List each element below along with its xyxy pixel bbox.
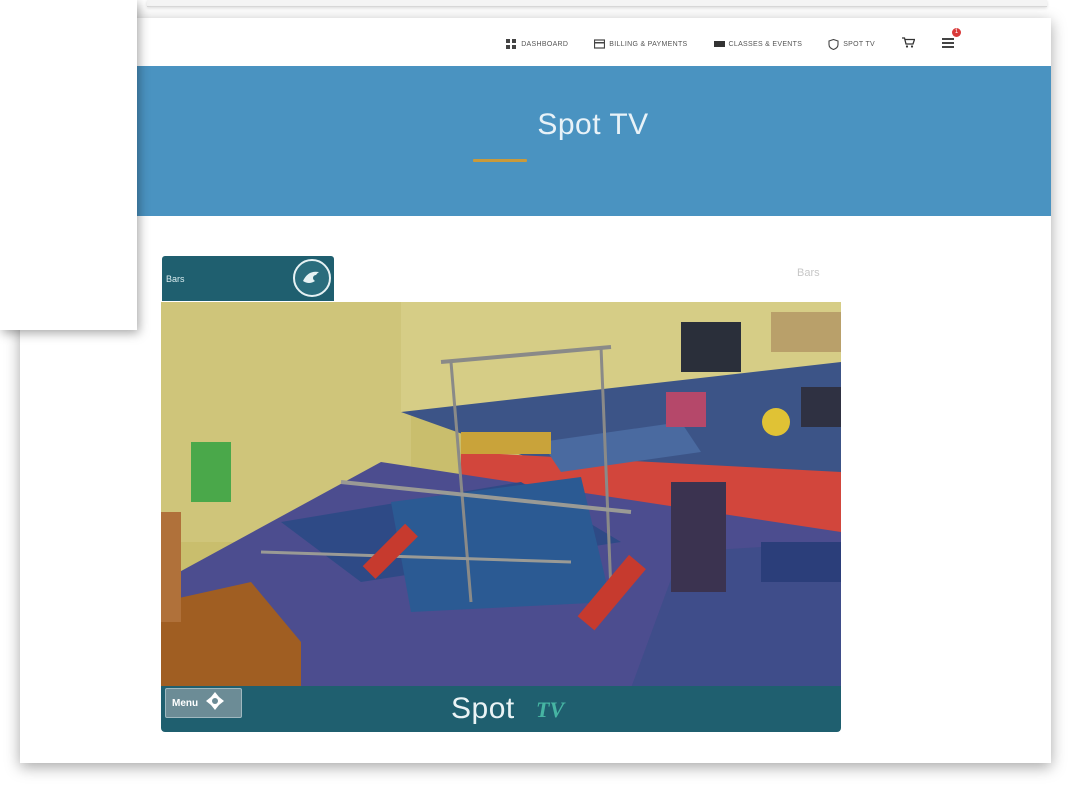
overlapping-popup-panel [0,0,137,330]
spot-tv-logo-spot: Spot [451,692,515,725]
menu-button[interactable]: 1 [941,28,961,53]
page-banner: Spot TV [135,66,1051,216]
top-nav: Dashboard Billing & Payments Classes & E… [135,22,1050,66]
cart-button[interactable] [901,37,915,51]
nav-classes-label: Classes & Events [728,40,803,48]
dpad-icon [206,691,225,715]
camera-menu-label: Menu [172,697,199,709]
nav-billing[interactable]: Billing & Payments [594,39,687,49]
camera-menu-button[interactable]: Menu [165,688,242,718]
hamburger-icon [942,35,954,53]
camera-name: Bars [797,267,820,279]
nav-dashboard-label: Dashboard [521,40,569,48]
cart-icon [901,35,915,53]
gym-scene-image [161,302,841,688]
camera-logo-icon [293,259,331,297]
camera-tab[interactable]: Bars [162,256,334,301]
page-card: Dashboard Billing & Payments Classes & E… [20,18,1051,763]
camera-video-feed[interactable] [161,302,841,688]
nav-billing-label: Billing & Payments [609,40,688,48]
shield-icon [828,39,839,50]
camera-control-bar: Menu Spot TV [161,686,841,732]
spot-tv-logo-tv: TV [536,697,565,722]
page-title: Spot TV [537,108,649,141]
nav-spot-tv[interactable]: Spot TV [828,39,875,50]
title-underline [473,159,527,162]
nav-spot-tv-label: Spot TV [843,40,875,48]
background-window-edge [147,0,1047,7]
camera-tab-label: Bars [166,274,185,284]
ticket-icon [713,39,725,49]
notification-badge: 1 [952,28,961,37]
nav-classes[interactable]: Classes & Events [713,39,803,49]
nav-dashboard[interactable]: Dashboard [506,39,568,49]
card-icon [594,39,606,49]
grid-icon [506,39,517,49]
